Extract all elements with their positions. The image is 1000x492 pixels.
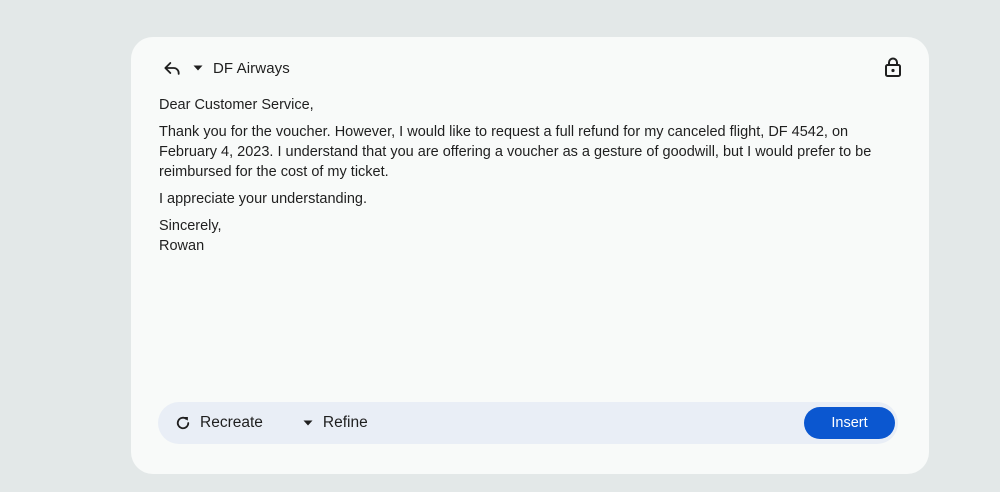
reply-icon[interactable] [161,57,183,79]
email-signature: Rowan [159,238,205,254]
refine-label: Refine [322,414,368,431]
email-body: Dear Customer Service, Thank you for the… [159,95,879,256]
insert-button[interactable]: Insert [804,407,895,439]
email-closing: Sincerely, [159,218,222,234]
recreate-button[interactable]: Recreate [174,414,263,432]
email-paragraph: Thank you for the voucher. However, I wo… [159,124,872,180]
caret-down-icon [301,416,315,430]
action-bar: Recreate Refine Insert [158,402,898,444]
draft-header: DF Airways [161,57,290,79]
sender-name: DF Airways [213,59,290,77]
draft-card: DF Airways Dear Customer Service, Thank … [131,37,929,474]
email-signoff: Sincerely, Rowan [159,216,879,256]
refresh-icon [174,414,192,432]
caret-down-icon[interactable] [191,61,205,75]
refine-button[interactable]: Refine [301,414,368,432]
lock-icon[interactable] [881,55,905,79]
recreate-label: Recreate [200,414,263,431]
email-paragraph: I appreciate your understanding. [159,191,367,207]
email-greeting: Dear Customer Service, [159,97,314,113]
